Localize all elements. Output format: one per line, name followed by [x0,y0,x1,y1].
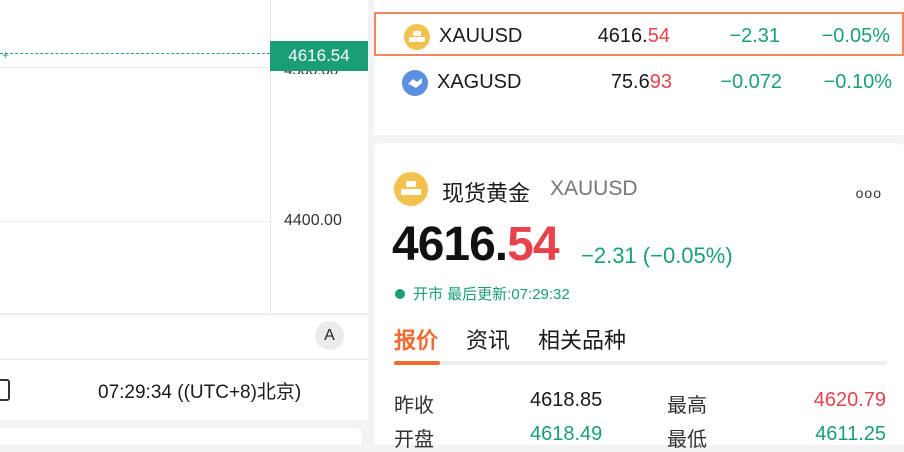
stat-value: 4618.85 [530,389,603,411]
current-price-line [0,53,270,54]
grid-line [0,67,270,68]
symbol-change: −0.072 [720,71,782,93]
tab-quote[interactable]: 报价 [394,323,438,355]
watchlist-row-xauusd[interactable]: XAUUSD 4616.54 −2.31 −0.05% [374,12,904,56]
symbol-code: XAUUSD [550,177,638,200]
price-main: 4616. [392,218,508,271]
auto-scale-button[interactable]: A [315,321,344,350]
watchlist: XAUUSD 4616.54 −2.31 −0.05% XAGUSD 75.69… [374,0,904,135]
price-main: 4616. [597,25,648,47]
price-highlight: 93 [649,71,672,93]
watchlist-row-xagusd[interactable]: XAGUSD 75.693 −0.072 −0.10% [374,60,904,104]
stat-value: 4611.25 [815,423,886,445]
symbol-code: XAGUSD [437,71,522,93]
symbol-detail-card: 现货黄金 XAUUSD ooo 4616.54 −2.31 (−0.05%) 开… [374,143,904,451]
symbol-price: 75.693 [611,71,672,94]
calendar-icon[interactable] [0,379,10,401]
status-text: 开市 最后更新:07:29:32 [413,286,570,303]
last-price: 4616.54 [392,217,560,272]
status-dot-icon [395,289,405,299]
stat-label: 最低 [667,429,707,451]
stat-label: 开盘 [394,429,434,451]
chart-panel: + 4500.00 4616.54 4400.00 A 07:29:34 ((U… [0,0,368,445]
current-time: 07:29:34 ((UTC+8)北京) [98,382,302,403]
price-highlight: 54 [647,25,670,47]
symbol-change-pct: −0.10% [823,71,892,93]
symbol-change: −2.31 [729,25,780,47]
symbol-name: 现货黄金 [442,181,531,206]
stat-label: 最高 [667,395,707,417]
tab-indicator [394,361,440,365]
crosshair-marker: + [2,48,10,62]
current-price-tag: 4616.54 [270,41,368,71]
chart-toolbar: A [0,314,368,359]
more-options-icon[interactable]: ooo [856,185,882,201]
quote-panel: XAUUSD 4616.54 −2.31 −0.05% XAGUSD 75.69… [374,0,904,451]
stat-value: 4620.79 [813,389,886,411]
tab-related[interactable]: 相关品种 [538,323,626,355]
axis-tick-4400: 4400.00 [284,212,342,229]
stat-label: 昨收 [394,395,434,417]
time-row: 07:29:34 ((UTC+8)北京) [0,359,368,420]
price-chart[interactable]: + 4500.00 4616.54 4400.00 [0,0,368,313]
grid-line [0,221,270,222]
price-main: 75.6 [610,71,650,93]
gold-bars-icon [404,24,430,50]
market-status: 开市 最后更新:07:29:32 [395,283,570,304]
symbol-price: 4616.54 [598,25,670,48]
silver-handshake-icon [402,70,428,96]
price-change: −2.31 (−0.05%) [581,243,733,268]
symbol-code: XAUUSD [439,25,523,47]
stat-value: 4618.49 [530,423,603,445]
gold-bars-icon [394,172,428,206]
next-card [0,428,362,445]
symbol-change-pct: −0.05% [821,25,890,47]
tab-indicator-track [394,361,887,365]
price-highlight: 54 [507,218,559,271]
tab-news[interactable]: 资讯 [466,323,510,355]
